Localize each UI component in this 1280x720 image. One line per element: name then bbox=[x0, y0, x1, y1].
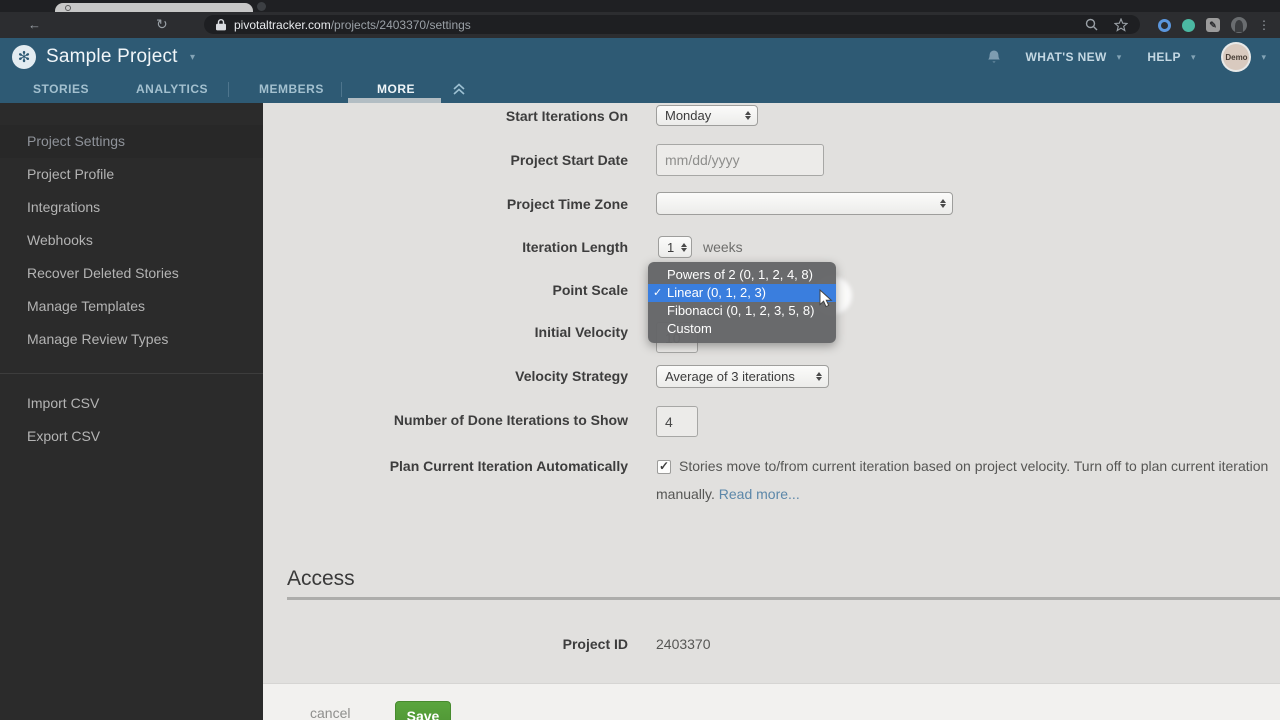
bookmark-star-icon[interactable] bbox=[1114, 18, 1128, 32]
iteration-length-select[interactable]: 1 bbox=[658, 236, 692, 258]
project-id-value: 2403370 bbox=[656, 636, 711, 652]
done-iterations-label: Number of Done Iterations to Show bbox=[263, 412, 628, 428]
plan-current-help-line1: Stories move to/from current iteration b… bbox=[679, 458, 1268, 474]
url-domain: pivotaltracker.com bbox=[234, 18, 331, 32]
help-menu[interactable]: HELP bbox=[1147, 50, 1181, 64]
sidebar-item-integrations[interactable]: Integrations bbox=[0, 191, 263, 224]
address-bar[interactable]: pivotaltracker.com/projects/2403370/sett… bbox=[204, 15, 1140, 34]
sidebar-divider bbox=[0, 373, 263, 374]
browser-tab[interactable] bbox=[55, 3, 253, 12]
sidebar-item-recover-deleted-stories[interactable]: Recover Deleted Stories bbox=[0, 257, 263, 290]
lock-icon bbox=[216, 19, 226, 31]
settings-form: Start Iterations On Monday Project Start… bbox=[263, 103, 1280, 720]
tracker-logo-icon[interactable] bbox=[12, 45, 36, 69]
project-start-date-label: Project Start Date bbox=[263, 152, 628, 168]
select-stepper-icon bbox=[816, 372, 822, 381]
point-scale-dropdown: Powers of 2 (0, 1, 2, 4, 8) Linear (0, 1… bbox=[648, 262, 836, 343]
nav-divider bbox=[341, 82, 342, 97]
new-tab-button[interactable] bbox=[257, 2, 266, 11]
collapse-chevron-icon[interactable] bbox=[452, 82, 466, 96]
sidebar-item-manage-templates[interactable]: Manage Templates bbox=[0, 290, 263, 323]
tab-members[interactable]: MEMBERS bbox=[259, 82, 324, 96]
read-more-link[interactable]: Read more... bbox=[719, 486, 800, 502]
settings-sidebar: Project Settings Project Profile Integra… bbox=[0, 103, 263, 720]
done-iterations-input[interactable] bbox=[656, 406, 698, 437]
dropdown-option-powers-of-2[interactable]: Powers of 2 (0, 1, 2, 4, 8) bbox=[648, 266, 836, 284]
plan-current-help-line2: manually. Read more... bbox=[656, 486, 800, 502]
plan-current-iteration-label: Plan Current Iteration Automatically bbox=[263, 458, 628, 474]
start-iterations-on-label: Start Iterations On bbox=[263, 108, 628, 124]
check-icon bbox=[653, 284, 662, 302]
form-action-bar: cancel Save bbox=[263, 683, 1280, 720]
velocity-strategy-select[interactable]: Average of 3 iterations bbox=[656, 365, 829, 388]
sidebar-item-project-settings[interactable]: Project Settings bbox=[0, 125, 263, 158]
select-stepper-icon bbox=[940, 199, 946, 208]
tab-more[interactable]: MORE bbox=[377, 82, 415, 96]
save-button[interactable]: Save bbox=[395, 701, 451, 720]
project-id-label: Project ID bbox=[263, 636, 628, 652]
project-switcher-caret-icon[interactable] bbox=[190, 52, 195, 63]
sidebar-item-export-csv[interactable]: Export CSV bbox=[0, 420, 263, 453]
project-start-date-input[interactable] bbox=[656, 144, 824, 176]
project-nav: STORIES ANALYTICS MEMBERS MORE bbox=[0, 76, 1280, 103]
access-divider bbox=[287, 597, 1280, 600]
user-menu-caret-icon[interactable] bbox=[1261, 52, 1266, 63]
project-title: Sample Project bbox=[46, 46, 178, 68]
browser-profile-avatar[interactable] bbox=[1231, 17, 1247, 33]
search-icon[interactable] bbox=[1085, 18, 1098, 31]
iteration-length-label: Iteration Length bbox=[263, 239, 628, 255]
dropdown-option-custom[interactable]: Custom bbox=[648, 320, 836, 338]
point-scale-label: Point Scale bbox=[263, 282, 628, 298]
select-stepper-icon bbox=[681, 243, 687, 252]
user-avatar[interactable]: Demo bbox=[1221, 42, 1251, 72]
dropdown-option-fibonacci[interactable]: Fibonacci (0, 1, 2, 3, 5, 8) bbox=[648, 302, 836, 320]
whats-new-caret-icon[interactable] bbox=[1117, 52, 1122, 63]
browser-toolbar: ← ↻ pivotaltracker.com/projects/2403370/… bbox=[0, 12, 1280, 38]
browser-tab-strip bbox=[0, 0, 1280, 12]
extension-icon[interactable]: ✎ bbox=[1206, 18, 1220, 32]
tab-stories[interactable]: STORIES bbox=[33, 82, 89, 96]
mouse-cursor bbox=[819, 289, 833, 308]
project-time-zone-select[interactable] bbox=[656, 192, 953, 215]
initial-velocity-label: Initial Velocity bbox=[263, 324, 628, 340]
sidebar-item-project-profile[interactable]: Project Profile bbox=[0, 158, 263, 191]
back-icon[interactable]: ← bbox=[28, 18, 41, 31]
tab-analytics[interactable]: ANALYTICS bbox=[136, 82, 208, 96]
project-time-zone-label: Project Time Zone bbox=[263, 196, 628, 212]
extension-icon[interactable] bbox=[1182, 19, 1195, 32]
help-caret-icon[interactable] bbox=[1191, 52, 1196, 63]
iteration-length-unit: weeks bbox=[703, 239, 743, 255]
dropdown-option-linear[interactable]: Linear (0, 1, 2, 3) bbox=[648, 284, 836, 302]
url-path: /projects/2403370/settings bbox=[331, 18, 471, 32]
browser-menu-icon[interactable]: ⋮ bbox=[1258, 18, 1270, 32]
start-iterations-on-select[interactable]: Monday bbox=[656, 105, 758, 126]
nav-divider bbox=[228, 82, 229, 97]
cancel-link[interactable]: cancel bbox=[310, 705, 350, 720]
extension-icon[interactable] bbox=[1158, 19, 1171, 32]
url-text: pivotaltracker.com/projects/2403370/sett… bbox=[234, 18, 471, 32]
notifications-bell-icon[interactable] bbox=[986, 49, 1002, 66]
select-stepper-icon bbox=[745, 111, 751, 120]
whats-new-menu[interactable]: WHAT'S NEW bbox=[1026, 50, 1107, 64]
tab-favicon-icon bbox=[65, 5, 71, 11]
app-header: Sample Project WHAT'S NEW HELP Demo bbox=[0, 38, 1280, 76]
velocity-strategy-label: Velocity Strategy bbox=[263, 368, 628, 384]
sidebar-item-webhooks[interactable]: Webhooks bbox=[0, 224, 263, 257]
access-heading: Access bbox=[287, 567, 355, 591]
sidebar-item-import-csv[interactable]: Import CSV bbox=[0, 387, 263, 420]
reload-icon[interactable]: ↻ bbox=[156, 17, 168, 31]
sidebar-item-manage-review-types[interactable]: Manage Review Types bbox=[0, 323, 263, 356]
plan-current-iteration-checkbox[interactable] bbox=[657, 460, 671, 474]
